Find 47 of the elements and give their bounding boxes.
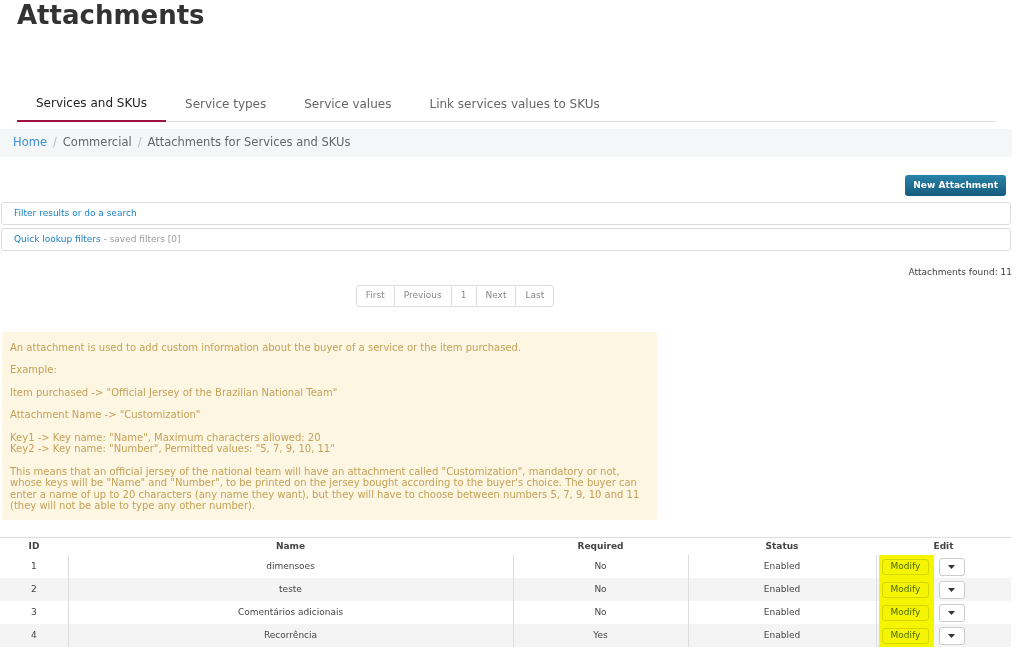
modify-button[interactable]: Modify: [881, 627, 930, 644]
breadcrumb-link[interactable]: Home: [13, 134, 47, 152]
tab[interactable]: Service values: [285, 86, 411, 122]
dropdown-button[interactable]: [938, 580, 965, 599]
new-attachment-button[interactable]: New Attachment: [905, 175, 1006, 196]
column-header: Name: [68, 537, 513, 555]
info-paragraph: Attachment Name -> "Customization": [10, 409, 202, 421]
dropdown-button[interactable]: [938, 603, 965, 622]
table-cell: Enabled: [688, 624, 876, 647]
pagination-button[interactable]: 1: [450, 285, 476, 306]
pagination-button[interactable]: Next: [475, 285, 516, 306]
table-cell: Yes: [513, 624, 688, 647]
pagination-button[interactable]: First: [356, 285, 394, 306]
modify-button[interactable]: Modify: [881, 604, 930, 621]
info-paragraph: Item purchased -> "Official Jersey of the Brazilian National Team": [10, 386, 339, 398]
table-cell: 4: [0, 624, 68, 647]
info-paragraph: This means that an official jersey of the national team will have an attachment called "Customization", mandatory or not, whose keys will be "Name" and "Number", to be printed on the jersey bought according to the buyer's choice. The buyer can enter a name of up to 20 characters (any name they want), but they will have to choose between numbers 5, 7, 9, 10 and 11 (they will not be able to type any other number).: [10, 465, 641, 512]
table-cell: Recorrência: [68, 624, 513, 647]
column-header: ID: [0, 537, 68, 555]
dropdown-button[interactable]: [938, 557, 965, 576]
breadcrumb-item: Commercial: [62, 134, 132, 152]
dropdown-button[interactable]: [938, 626, 965, 645]
pagination-button[interactable]: Last: [515, 285, 554, 306]
pagination-button[interactable]: Previous: [393, 285, 451, 306]
column-header: Required: [513, 537, 688, 555]
results-count: Attachments found: 11: [908, 266, 1012, 279]
tab[interactable]: Services and SKUs: [17, 86, 166, 122]
breadcrumb-separator: /: [52, 134, 57, 152]
quick-lookup-link[interactable]: Quick lookup filters: [14, 232, 101, 247]
column-header: Status: [688, 537, 876, 555]
tab[interactable]: Service types: [166, 86, 286, 122]
modify-button[interactable]: Modify: [881, 558, 930, 575]
caret-icon: [948, 610, 955, 615]
filter-search-link[interactable]: Filter results or do a search: [14, 206, 137, 221]
caret-icon: [948, 587, 955, 592]
page-title: Attachments: [16, 0, 206, 32]
info-paragraph: Key1 -> Key name: "Name", Maximum characters allowed: 20 Key2 -> Key name: "Number", Permitted values: "5, 7, 9, 10, 11": [10, 431, 336, 455]
breadcrumb-item: Attachments for Services and SKUs: [147, 134, 351, 152]
caret-icon: [948, 633, 955, 638]
tab[interactable]: Link services values to SKUs: [410, 86, 619, 122]
caret-icon: [948, 564, 955, 569]
info-paragraph: An attachment is used to add custom information about the buyer of a service or the item purchased.: [10, 341, 523, 353]
modify-button[interactable]: Modify: [881, 581, 930, 598]
breadcrumb-separator: /: [137, 134, 142, 152]
saved-filters-note: - saved filters [0]: [102, 232, 181, 246]
column-header: Edit: [876, 537, 1011, 555]
info-paragraph: Example:: [10, 364, 58, 376]
